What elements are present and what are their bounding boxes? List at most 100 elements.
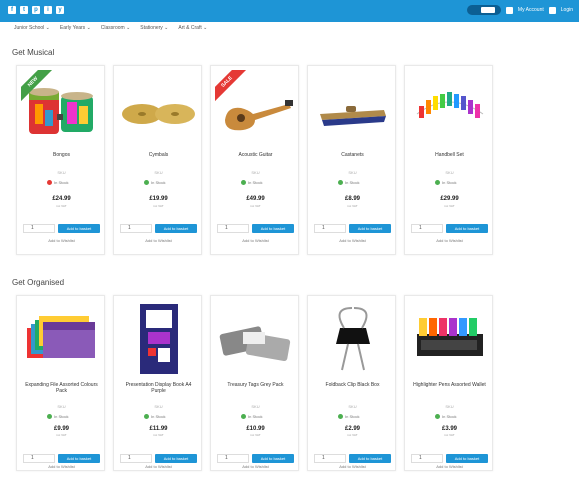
search-input[interactable]: [466, 5, 501, 15]
add-to-basket-button[interactable]: Add to basket: [58, 454, 100, 463]
add-to-wishlist-link[interactable]: Add to Wishlist: [215, 238, 296, 243]
product-image[interactable]: SALE: [215, 70, 296, 148]
stock-status: In Stock: [338, 180, 359, 185]
product-sku: SKU: [348, 404, 357, 409]
quantity-input[interactable]: 1: [23, 454, 55, 463]
add-to-wishlist-link[interactable]: Add to Wishlist: [409, 238, 490, 243]
pinterest-icon[interactable]: p: [32, 6, 40, 14]
stock-label: In Stock: [151, 180, 166, 185]
price-tax-note: inc VAT: [153, 204, 164, 208]
stock-label: In Stock: [345, 414, 360, 419]
add-to-basket-button[interactable]: Add to basket: [446, 224, 488, 233]
youtube-icon[interactable]: y: [56, 6, 64, 14]
quantity-input[interactable]: 1: [314, 224, 346, 233]
product-name[interactable]: Foldback Clip Black Box: [312, 382, 393, 388]
nav-item-junior-school[interactable]: Junior School: [14, 25, 50, 31]
product-price: £2.99: [344, 426, 360, 432]
add-to-basket-button[interactable]: Add to basket: [349, 454, 391, 463]
product-image[interactable]: [409, 300, 490, 378]
stock-icon: [435, 414, 440, 419]
login-link[interactable]: Login: [561, 7, 573, 13]
social-links: f t p i y: [8, 6, 64, 14]
quantity-input[interactable]: 1: [23, 224, 55, 233]
add-to-basket-button[interactable]: Add to basket: [446, 454, 488, 463]
product-name[interactable]: Castanets: [312, 152, 393, 158]
price-tax-note: inc VAT: [347, 433, 358, 437]
product-image[interactable]: [409, 70, 490, 148]
product-image[interactable]: [215, 300, 296, 378]
facebook-icon[interactable]: f: [8, 6, 16, 14]
quantity-input[interactable]: 1: [411, 224, 443, 233]
product-name[interactable]: Acoustic Guitar: [215, 152, 296, 158]
product-image[interactable]: NEW: [21, 70, 102, 148]
stock-status: In Stock: [435, 414, 456, 419]
quantity-input[interactable]: 1: [120, 454, 152, 463]
add-to-basket-button[interactable]: Add to basket: [349, 224, 391, 233]
product-card[interactable]: Presentation Display Book A4 Purple SKU …: [113, 295, 202, 471]
add-to-wishlist-link[interactable]: Add to Wishlist: [118, 238, 199, 243]
instagram-icon[interactable]: i: [44, 6, 52, 14]
stock-icon: [338, 180, 343, 185]
product-image[interactable]: [312, 300, 393, 378]
product-card[interactable]: Castanets SKU In Stock £8.99 inc VAT 1 A…: [307, 65, 396, 255]
stock-status: In Stock: [144, 180, 165, 185]
add-to-basket-button[interactable]: Add to basket: [252, 224, 294, 233]
add-to-wishlist-link[interactable]: Add to Wishlist: [409, 464, 490, 469]
product-card[interactable]: Foldback Clip Black Box SKU In Stock £2.…: [307, 295, 396, 471]
stock-label: In Stock: [151, 414, 166, 419]
login-icon[interactable]: [548, 6, 556, 14]
stock-icon: [47, 180, 52, 185]
product-card[interactable]: Cymbals SKU In Stock £19.99 inc VAT 1 Ad…: [113, 65, 202, 255]
product-image[interactable]: [118, 70, 199, 148]
account-icon[interactable]: [505, 6, 513, 14]
add-to-basket-button[interactable]: Add to basket: [252, 454, 294, 463]
nav-item-stationery[interactable]: Stationery: [140, 25, 168, 31]
product-card[interactable]: Treasury Tags Grey Pack SKU In Stock £10…: [210, 295, 299, 471]
stock-label: In Stock: [442, 414, 457, 419]
product-image[interactable]: [118, 300, 199, 378]
stock-icon: [435, 180, 440, 185]
quantity-input[interactable]: 1: [217, 224, 249, 233]
product-name[interactable]: Handbell Set: [409, 152, 490, 158]
product-image[interactable]: [21, 300, 102, 378]
product-name[interactable]: Cymbals: [118, 152, 199, 158]
product-name[interactable]: Bongos: [21, 152, 102, 158]
top-bar: f t p i y My Account Login: [0, 0, 579, 22]
add-to-wishlist-link[interactable]: Add to Wishlist: [312, 238, 393, 243]
product-image[interactable]: [312, 70, 393, 148]
product-card[interactable]: SALE Acoustic Guitar SKU In Stock £49.99…: [210, 65, 299, 255]
price-tax-note: inc VAT: [444, 433, 455, 437]
quantity-input[interactable]: 1: [411, 454, 443, 463]
nav-item-early-years[interactable]: Early Years: [60, 25, 91, 31]
add-to-basket-button[interactable]: Add to basket: [155, 454, 197, 463]
add-to-wishlist-link[interactable]: Add to Wishlist: [21, 238, 102, 243]
product-sku: SKU: [445, 170, 454, 175]
quantity-input[interactable]: 1: [314, 454, 346, 463]
product-name[interactable]: Presentation Display Book A4 Purple: [118, 382, 199, 394]
stock-status: In Stock: [144, 414, 165, 419]
product-price: £9.99: [53, 426, 69, 432]
twitter-icon[interactable]: t: [20, 6, 28, 14]
quantity-input[interactable]: 1: [120, 224, 152, 233]
product-price: £3.99: [441, 426, 457, 432]
stock-label: In Stock: [248, 414, 263, 419]
add-to-basket-button[interactable]: Add to basket: [58, 224, 100, 233]
stock-icon: [338, 414, 343, 419]
nav-item-classroom[interactable]: Classroom: [101, 25, 131, 31]
product-card[interactable]: Expanding File Assorted Colours Pack SKU…: [16, 295, 105, 471]
quantity-input[interactable]: 1: [217, 454, 249, 463]
product-card[interactable]: NEW Bongos SKU In Stock £24.99 inc VAT 1…: [16, 65, 105, 255]
add-to-wishlist-link[interactable]: Add to Wishlist: [118, 464, 199, 469]
add-to-basket-button[interactable]: Add to basket: [155, 224, 197, 233]
product-name[interactable]: Expanding File Assorted Colours Pack: [21, 382, 102, 394]
add-to-wishlist-link[interactable]: Add to Wishlist: [21, 464, 102, 469]
product-name[interactable]: Treasury Tags Grey Pack: [215, 382, 296, 388]
account-link[interactable]: My Account: [518, 7, 544, 13]
product-name[interactable]: Highlighter Pens Assorted Wallet: [409, 382, 490, 388]
product-card[interactable]: Handbell Set SKU In Stock £29.99 inc VAT…: [404, 65, 493, 255]
stock-icon: [241, 414, 246, 419]
nav-item-art-craft[interactable]: Art & Craft: [178, 25, 207, 31]
add-to-wishlist-link[interactable]: Add to Wishlist: [215, 464, 296, 469]
product-card[interactable]: Highlighter Pens Assorted Wallet SKU In …: [404, 295, 493, 471]
add-to-wishlist-link[interactable]: Add to Wishlist: [312, 464, 393, 469]
